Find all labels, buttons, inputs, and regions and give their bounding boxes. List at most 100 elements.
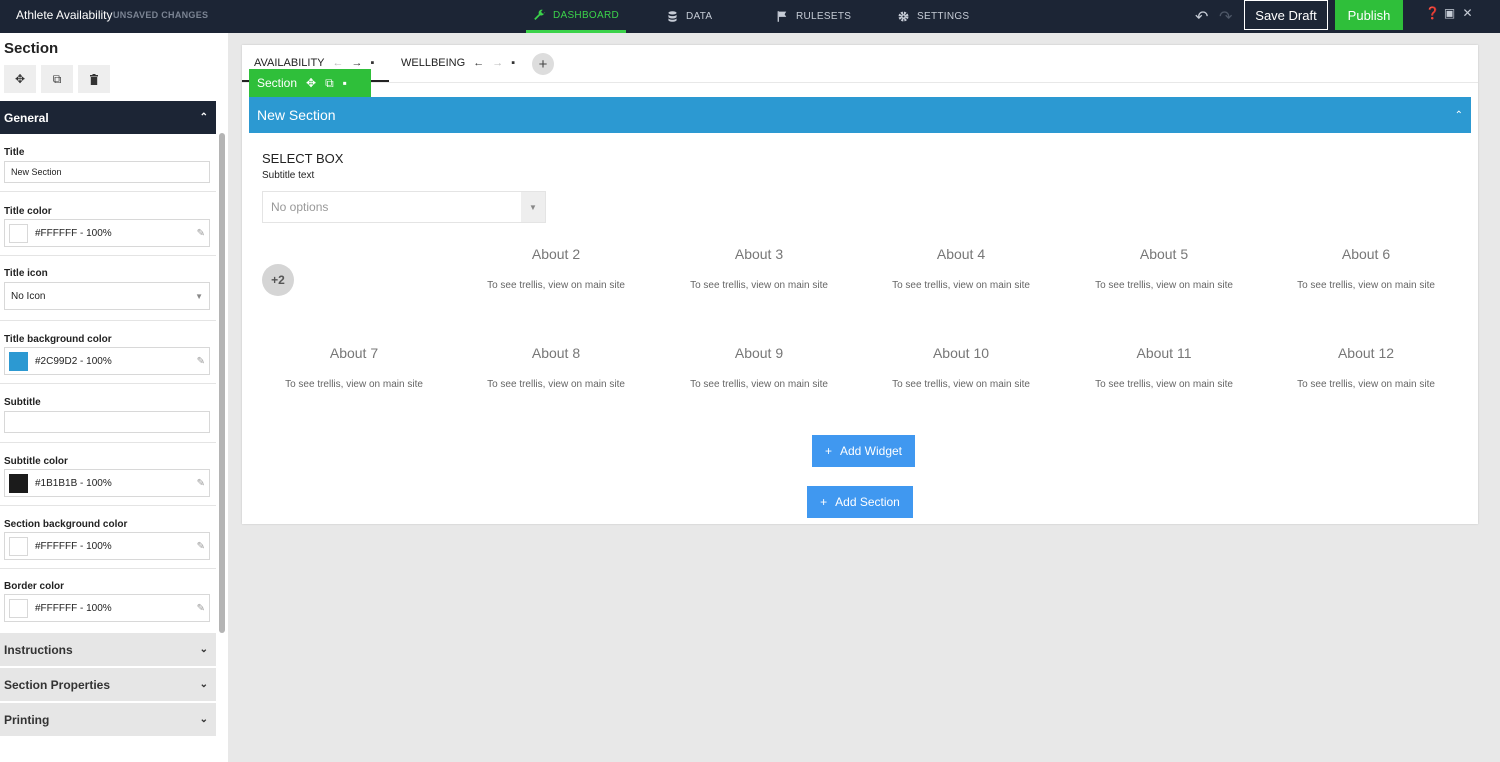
trash-icon[interactable]: ▪ [371, 57, 375, 69]
widget-card[interactable]: About 6 To see trellis, view on main sit… [1271, 246, 1461, 291]
trash-icon[interactable]: ▪ [511, 57, 515, 69]
subtitle-color-field[interactable]: #1B1B1B - 100% ✎ [4, 469, 210, 497]
widget-title: About 2 [531, 246, 581, 262]
section-header[interactable]: New Section ⌃ [249, 97, 1471, 133]
divider [0, 320, 216, 321]
panel-tools: ✥ ⧉ [4, 65, 110, 93]
pencil-icon[interactable]: ✎ [197, 356, 205, 367]
subtitle-field[interactable] [4, 411, 210, 433]
chevron-up-icon: ⌃ [199, 112, 208, 123]
arrow-left-icon[interactable]: ← [333, 57, 344, 69]
border-color-value: #FFFFFF - 100% [35, 602, 112, 614]
pencil-icon[interactable]: ✎ [197, 228, 205, 239]
color-swatch [9, 473, 28, 493]
title-field[interactable]: New Section [4, 161, 210, 183]
widget-title: About 12 [1337, 345, 1395, 361]
title-icon-select[interactable]: No Icon ▼ [4, 282, 210, 310]
widget-card[interactable]: About 3 To see trellis, view on main sit… [664, 246, 854, 291]
undo-icon[interactable]: ↶ [1195, 7, 1208, 27]
copy-icon[interactable]: ⧉ [325, 76, 334, 91]
section-chip-label: Section [257, 76, 298, 90]
border-color-field[interactable]: #FFFFFF - 100% ✎ [4, 594, 210, 622]
add-tab-button[interactable]: + [532, 53, 554, 75]
widget-title: About 9 [734, 345, 784, 361]
chevron-down-icon: ⌄ [199, 714, 208, 725]
nav-rulesets-label: RULESETS [796, 11, 852, 22]
tab-availability[interactable]: AVAILABILITY ← → ▪ [254, 57, 374, 69]
section-bg-value: #FFFFFF - 100% [35, 540, 112, 552]
top-bar: Athlete Availability UNSAVED CHANGES DAS… [0, 0, 1500, 33]
nav-data[interactable]: DATA [666, 0, 712, 33]
pencil-icon[interactable]: ✎ [197, 541, 205, 552]
move-button[interactable]: ✥ [4, 65, 36, 93]
close-icon[interactable]: ✕ [1461, 7, 1474, 20]
gift-icon[interactable]: ▣ [1443, 7, 1456, 20]
widget-card[interactable]: About 11 To see trellis, view on main si… [1069, 345, 1259, 390]
widget-card[interactable]: About 4 To see trellis, view on main sit… [866, 246, 1056, 291]
add-section-button[interactable]: + Add Section [807, 486, 913, 518]
pencil-icon[interactable]: ✎ [197, 478, 205, 489]
move-icon: ✥ [14, 72, 26, 86]
section-properties-accordion-header[interactable]: Section Properties ⌄ [0, 668, 216, 701]
widget-note: To see trellis, view on main site [892, 379, 1030, 390]
section-properties-label: Section Properties [4, 677, 111, 692]
general-accordion-label: General [4, 110, 49, 125]
nav-dashboard[interactable]: DASHBOARD [526, 0, 626, 33]
widget-note: To see trellis, view on main site [892, 280, 1030, 291]
instructions-label: Instructions [4, 642, 73, 657]
divider [0, 255, 216, 256]
arrow-right-icon[interactable]: → [352, 57, 363, 69]
plus-icon: + [824, 444, 832, 458]
widget-card[interactable]: About 2 To see trellis, view on main sit… [461, 246, 651, 291]
widget-card[interactable]: About 9 To see trellis, view on main sit… [664, 345, 854, 390]
widget-card[interactable]: About 10 To see trellis, view on main si… [866, 345, 1056, 390]
arrow-left-icon[interactable]: ← [473, 57, 484, 69]
move-icon[interactable]: ✥ [306, 76, 316, 90]
section-bg-color-field[interactable]: #FFFFFF - 100% ✎ [4, 532, 210, 560]
widget-card[interactable]: About 7 To see trellis, view on main sit… [259, 345, 449, 390]
widget-title: About 4 [936, 246, 986, 262]
color-swatch [9, 223, 28, 243]
help-icon[interactable]: ❓ [1425, 7, 1440, 20]
title-bg-label: Title background color [4, 334, 112, 345]
tab-wellbeing-label: WELLBEING [401, 57, 466, 69]
copy-button[interactable]: ⧉ [41, 65, 73, 93]
add-widget-button[interactable]: + Add Widget [812, 435, 915, 467]
title-label: Title [4, 147, 25, 158]
pencil-icon[interactable]: ✎ [197, 603, 205, 614]
wrench-icon [534, 9, 546, 20]
publish-button[interactable]: Publish [1335, 0, 1403, 30]
section-title: New Section [257, 107, 336, 123]
unsaved-changes-badge: UNSAVED CHANGES [113, 10, 209, 20]
plus-icon: + [538, 55, 548, 73]
widget-card[interactable]: About 5 To see trellis, view on main sit… [1069, 246, 1259, 291]
overflow-badge[interactable]: +2 [262, 264, 294, 296]
section-toolbar-chip[interactable]: Section ✥ ⧉ ▪ [249, 69, 371, 97]
title-icon-value: No Icon [11, 290, 46, 302]
title-bg-color-field[interactable]: #2C99D2 - 100% ✎ [4, 347, 210, 375]
select-box-input[interactable]: No options ▼ [262, 191, 546, 223]
title-color-field[interactable]: #FFFFFF - 100% ✎ [4, 219, 210, 247]
subtitle-color-label: Subtitle color [4, 456, 68, 467]
gear-icon [898, 11, 909, 22]
title-color-value: #FFFFFF - 100% [35, 227, 112, 239]
copy-icon: ⧉ [52, 71, 62, 86]
nav-rulesets[interactable]: RULESETS [776, 0, 851, 33]
chevron-up-icon[interactable]: ⌃ [1455, 110, 1463, 121]
widget-note: To see trellis, view on main site [690, 280, 828, 291]
instructions-accordion-header[interactable]: Instructions ⌄ [0, 633, 216, 666]
general-accordion-header[interactable]: General ⌃ [0, 101, 216, 134]
trash-icon[interactable]: ▪ [343, 76, 347, 90]
nav-settings[interactable]: SETTINGS [897, 0, 969, 33]
save-draft-button[interactable]: Save Draft [1244, 0, 1328, 30]
arrow-right-icon[interactable]: → [492, 57, 503, 69]
subtitle-color-value: #1B1B1B - 100% [35, 477, 112, 489]
tab-availability-label: AVAILABILITY [254, 57, 325, 69]
redo-icon[interactable]: ↷ [1219, 7, 1232, 27]
printing-accordion-header[interactable]: Printing ⌄ [0, 703, 216, 736]
tab-wellbeing[interactable]: WELLBEING ← → ▪ [401, 57, 515, 69]
widget-card[interactable]: About 8 To see trellis, view on main sit… [461, 345, 651, 390]
widget-card[interactable]: About 12 To see trellis, view on main si… [1271, 345, 1461, 390]
panel-scrollbar[interactable] [219, 133, 225, 633]
delete-button[interactable] [78, 65, 110, 93]
